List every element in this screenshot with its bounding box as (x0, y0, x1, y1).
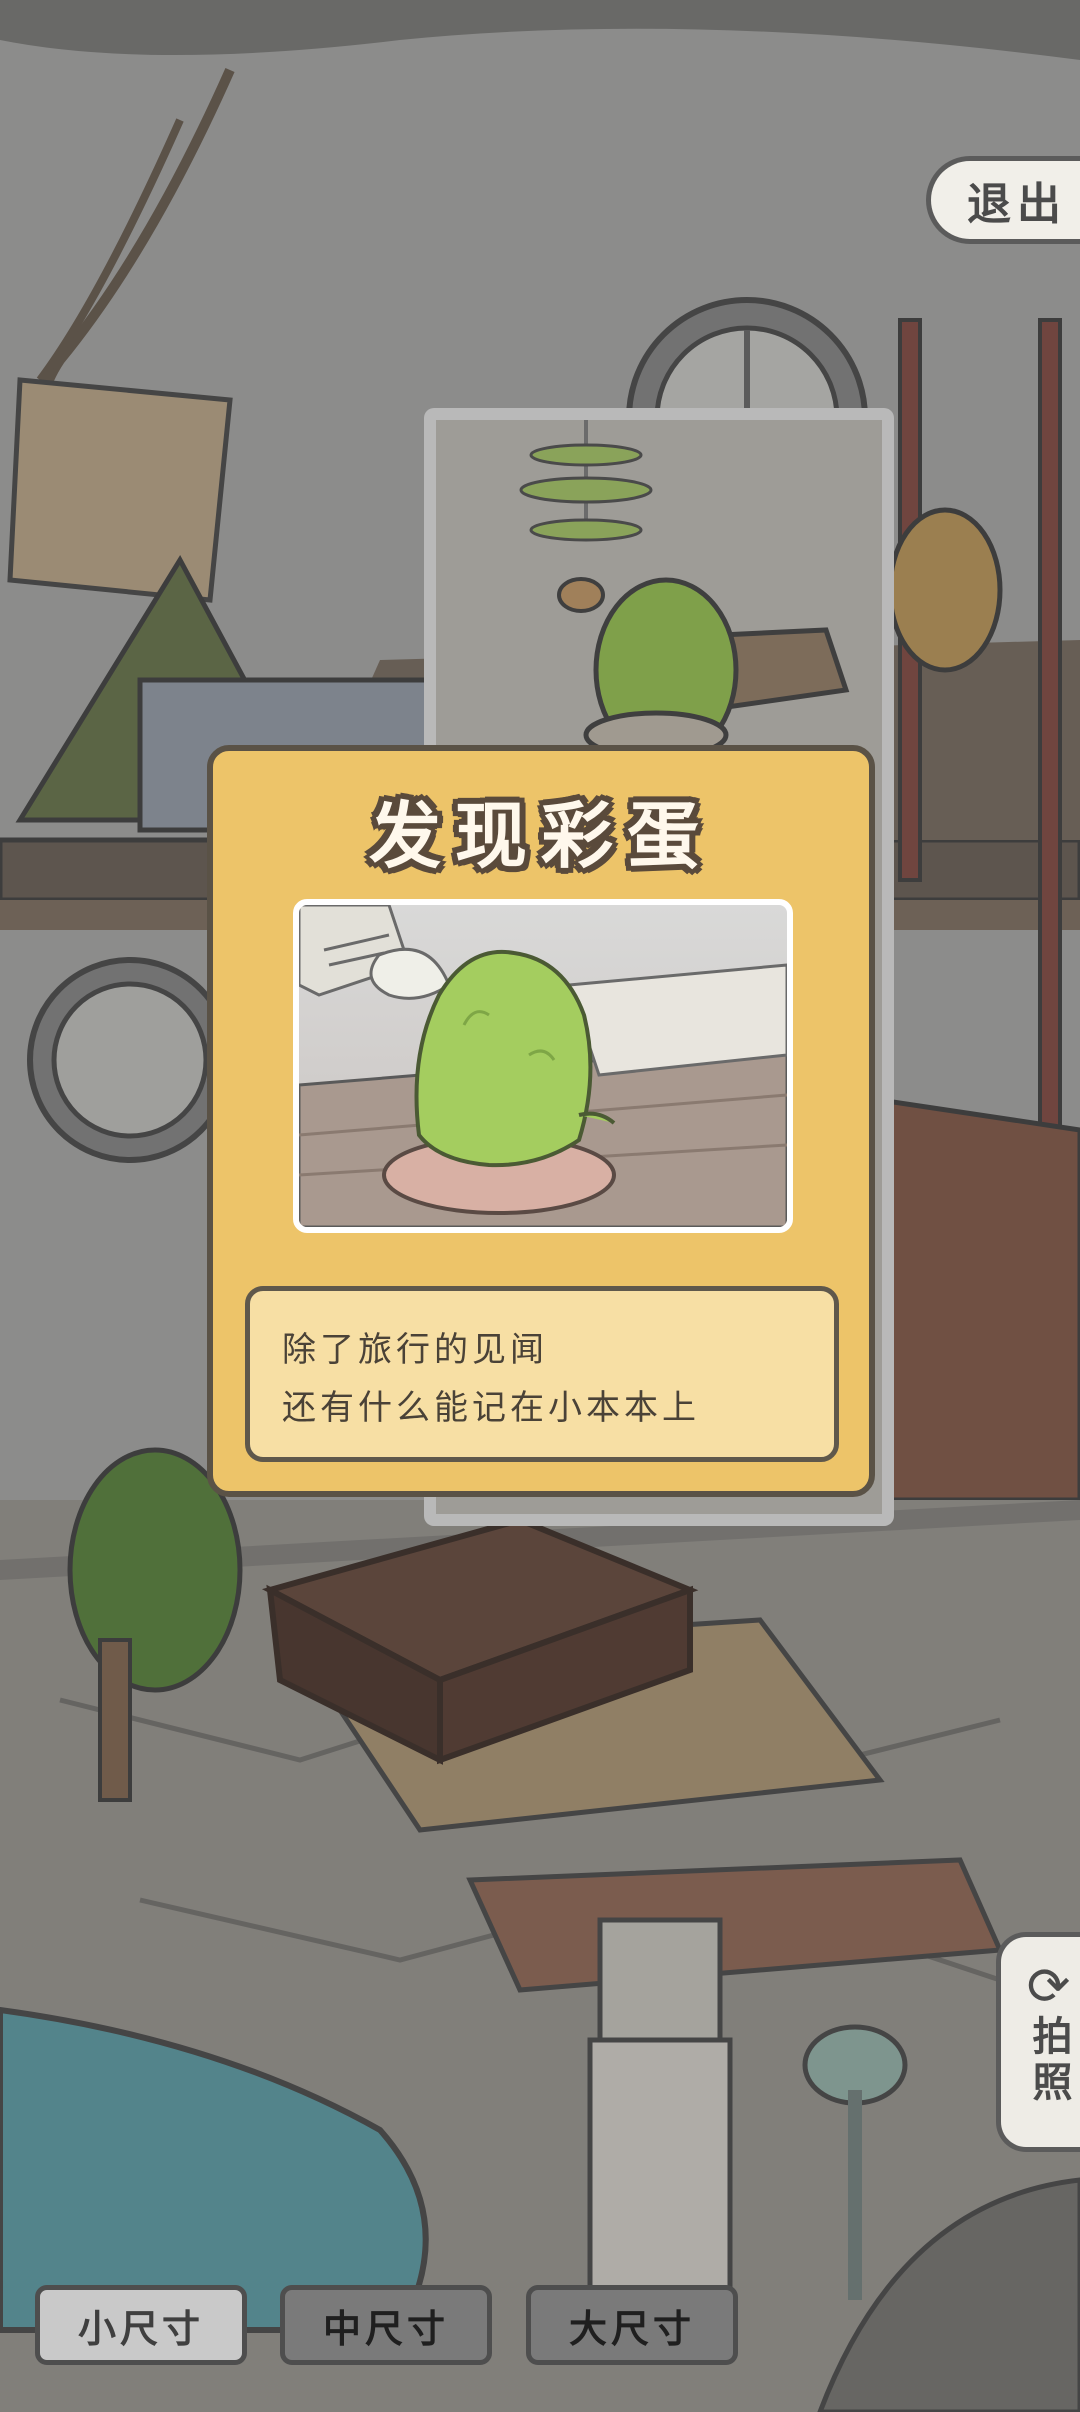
take-photo-label: 拍照 (1025, 2015, 1072, 2107)
card-message-line-2: 还有什么能记在小本本上 (282, 1388, 700, 1428)
exit-button-label: 退出 (967, 179, 1067, 230)
card-message-line-1: 除了旅行的见闻 (282, 1330, 548, 1370)
easter-egg-card: 发现彩蛋 除了旅行的见闻 还有什么能记在小本本上 (207, 745, 875, 1497)
size-medium-label: 中尺寸 (322, 2306, 449, 2351)
exit-button[interactable]: 退出 (926, 156, 1080, 244)
size-small-button[interactable]: 小尺寸 (35, 2285, 247, 2365)
size-small-label: 小尺寸 (77, 2306, 204, 2351)
card-title: 发现彩蛋 (368, 794, 713, 878)
frog-desk-illustration (299, 905, 787, 1227)
easter-egg-photo (293, 899, 793, 1233)
take-photo-button[interactable]: ⟳ 拍照 (996, 1932, 1080, 2152)
size-large-label: 大尺寸 (568, 2306, 695, 2351)
refresh-icon: ⟳ (1026, 1957, 1071, 2017)
size-medium-button[interactable]: 中尺寸 (280, 2285, 492, 2365)
size-large-button[interactable]: 大尺寸 (526, 2285, 738, 2365)
card-message-box: 除了旅行的见闻 还有什么能记在小本本上 (245, 1286, 839, 1462)
